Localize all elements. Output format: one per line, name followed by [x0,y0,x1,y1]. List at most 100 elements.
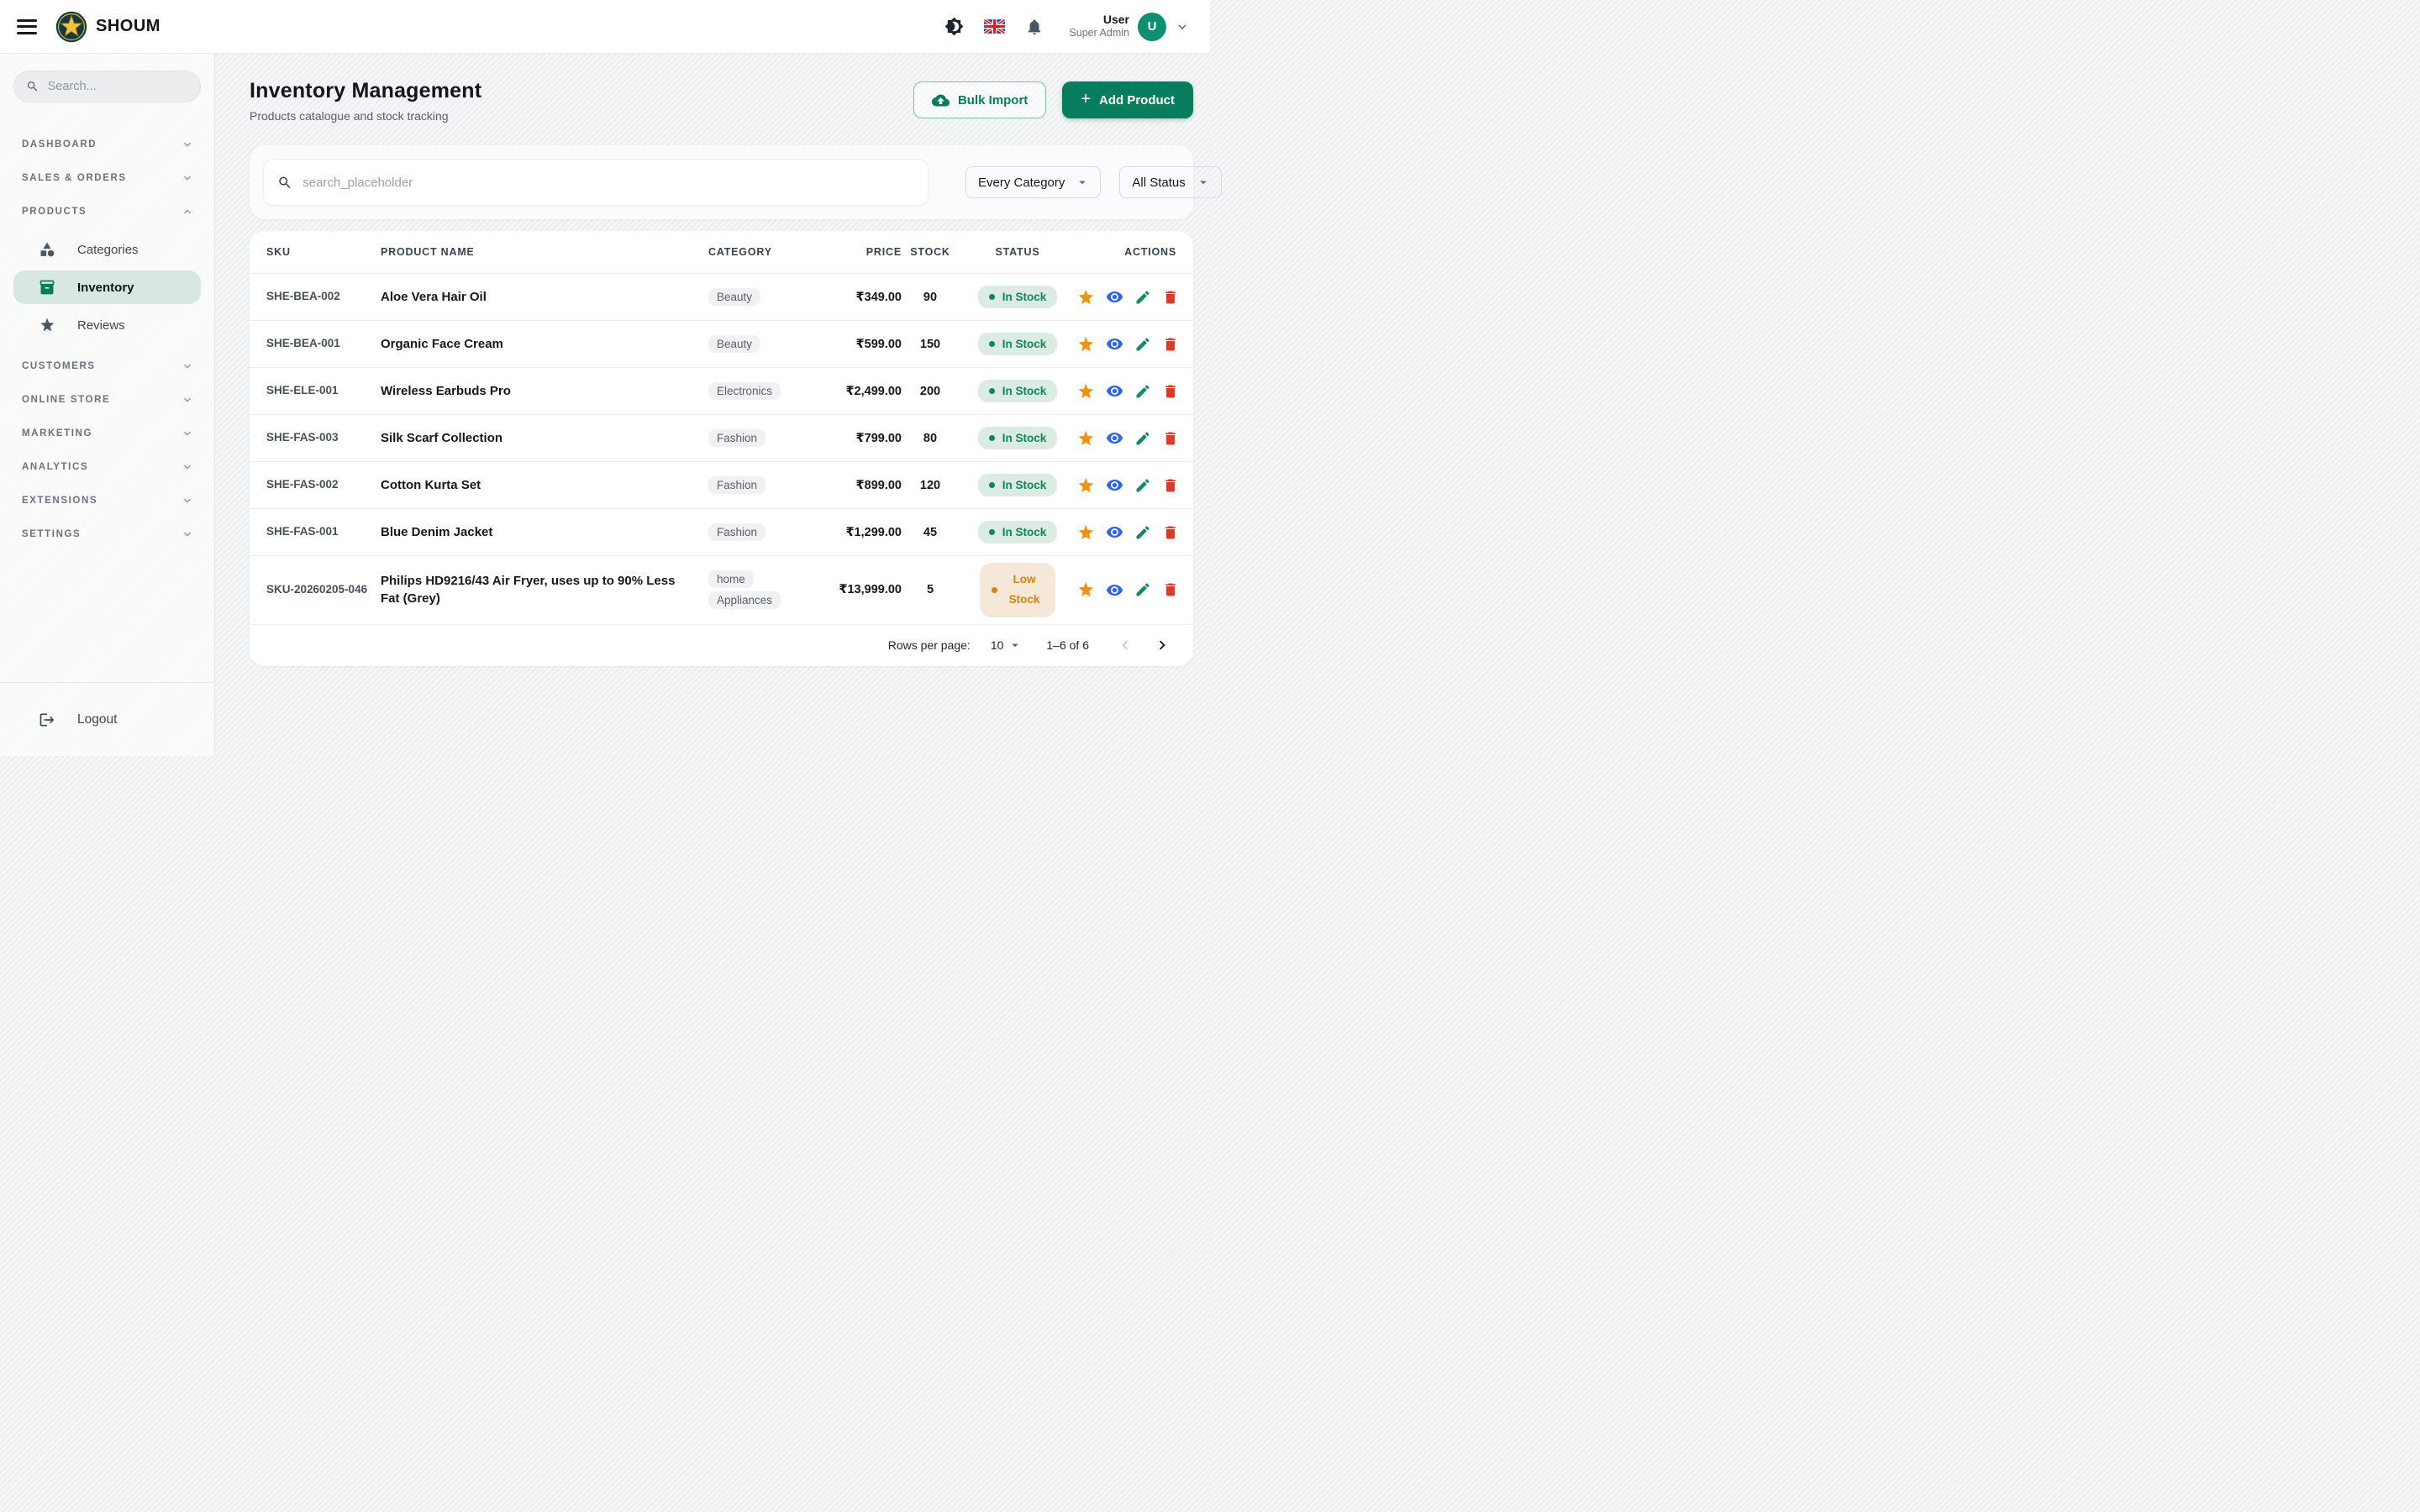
view-button[interactable] [1106,288,1123,306]
sidebar-section-extensions[interactable]: EXTENSIONS [0,484,214,517]
eye-icon [1106,335,1123,353]
sidebar-section-settings[interactable]: SETTINGS [0,517,214,551]
column-header-price: PRICE [826,246,902,258]
feature-star-button[interactable] [1076,476,1095,495]
chevron-down-icon [181,494,194,507]
table-row: SHE-FAS-003 Silk Scarf Collection Fashio… [250,414,1193,461]
column-header-actions: ACTIONS [1076,246,1176,258]
theme-toggle-button[interactable] [944,17,964,36]
edit-button[interactable] [1134,289,1151,306]
delete-button[interactable] [1162,524,1179,541]
products-submenu: Categories Inventory Reviews [0,228,214,349]
pencil-icon [1134,383,1151,400]
edit-button[interactable] [1134,383,1151,400]
product-name-cell: Philips HD9216/43 Air Fryer, uses up to … [381,572,708,609]
category-filter-select[interactable]: Every Category [965,166,1101,198]
top-bar: SHOUM User Super Admi [0,0,1210,54]
sidebar-section-products[interactable]: PRODUCTS [0,195,214,228]
user-menu[interactable]: User Super Admin U [1069,13,1190,41]
feature-star-button[interactable] [1076,523,1095,542]
feature-star-button[interactable] [1076,382,1095,401]
view-button[interactable] [1106,476,1123,494]
section-label: EXTENSIONS [22,496,97,506]
sidebar-section-online-store[interactable]: ONLINE STORE [0,383,214,417]
price-cell: ₹899.00 [826,479,902,492]
status-dot-icon [992,587,997,593]
table-row: SHE-ELE-001 Wireless Earbuds Pro Electro… [250,367,1193,414]
logout-button[interactable]: Logout [0,711,117,728]
pagination-bar: Rows per page: 10 1–6 of 6 [250,624,1193,666]
eye-icon [1106,288,1123,306]
rows-per-page-value: 10 [991,638,1004,652]
view-button[interactable] [1106,429,1123,447]
section-label: CUSTOMERS [22,361,96,371]
sidebar: DASHBOARD SALES & ORDERS PRODUCTS Catego… [0,54,215,756]
feature-star-button[interactable] [1076,335,1095,354]
edit-button[interactable] [1134,581,1151,598]
star-icon [1076,382,1095,401]
bulk-import-button[interactable]: Bulk Import [913,81,1046,118]
status-filter-select[interactable]: All Status [1119,166,1221,198]
feature-star-button[interactable] [1076,288,1095,307]
product-search[interactable] [263,159,929,206]
view-button[interactable] [1106,581,1123,599]
sidebar-section-analytics[interactable]: ANALYTICS [0,450,214,484]
bell-icon [1025,18,1044,36]
add-product-button[interactable]: + Add Product [1062,81,1193,118]
chevron-down-icon [181,138,194,151]
status-badge: In Stock [978,380,1058,402]
sku-cell: SHE-FAS-001 [266,523,381,541]
bulk-import-label: Bulk Import [958,93,1028,108]
stock-cell: 150 [902,338,959,351]
previous-page-button[interactable] [1116,636,1134,654]
section-label: ONLINE STORE [22,395,110,405]
delete-button[interactable] [1162,289,1179,306]
sidebar-search-input[interactable] [48,80,188,93]
inventory-table: SKU PRODUCT NAME CATEGORY PRICE STOCK ST… [250,231,1193,666]
view-button[interactable] [1106,335,1123,353]
sidebar-item-categories[interactable]: Categories [0,230,214,269]
sku-cell: SHE-FAS-002 [266,476,381,494]
edit-button[interactable] [1134,524,1151,541]
delete-button[interactable] [1162,477,1179,494]
sidebar-footer: Logout [0,682,214,756]
notifications-button[interactable] [1025,18,1044,36]
search-icon [26,79,39,94]
sidebar-section-sales-orders[interactable]: SALES & ORDERS [0,161,214,195]
section-label: SETTINGS [22,529,81,539]
product-name-cell: Organic Face Cream [381,335,708,354]
view-button[interactable] [1106,523,1123,541]
sidebar-section-dashboard[interactable]: DASHBOARD [0,128,214,161]
sidebar-item-label: Inventory [77,281,134,295]
filter-bar: Every Category All Status [250,145,1193,219]
sidebar-item-reviews[interactable]: Reviews [0,306,214,344]
table-row: SHE-FAS-001 Blue Denim Jacket Fashion ₹1… [250,508,1193,555]
chevron-down-icon[interactable] [1175,19,1190,34]
sku-cell: SHE-ELE-001 [266,382,381,400]
delete-button[interactable] [1162,430,1179,447]
next-page-button[interactable] [1153,636,1171,654]
sidebar-section-customers[interactable]: CUSTOMERS [0,349,214,383]
edit-button[interactable] [1134,336,1151,353]
column-header-stock: STOCK [902,246,959,258]
sidebar-section-marketing[interactable]: MARKETING [0,417,214,450]
app-window: SHOUM User Super Admi [0,0,1210,756]
language-flag-button[interactable] [984,19,1005,34]
view-button[interactable] [1106,382,1123,400]
menu-icon[interactable] [17,19,37,34]
delete-button[interactable] [1162,336,1179,353]
avatar[interactable]: U [1138,13,1166,41]
sidebar-search[interactable] [13,71,201,102]
user-name: User [1069,13,1129,28]
feature-star-button[interactable] [1076,580,1095,599]
page-title: Inventory Management [250,79,481,103]
delete-button[interactable] [1162,383,1179,400]
feature-star-button[interactable] [1076,429,1095,448]
edit-button[interactable] [1134,477,1151,494]
delete-button[interactable] [1162,581,1179,598]
status-badge: In Stock [978,286,1058,308]
sidebar-item-inventory[interactable]: Inventory [13,270,201,304]
product-search-input[interactable] [302,176,914,190]
rows-per-page-select[interactable]: 10 [991,638,1023,653]
edit-button[interactable] [1134,430,1151,447]
